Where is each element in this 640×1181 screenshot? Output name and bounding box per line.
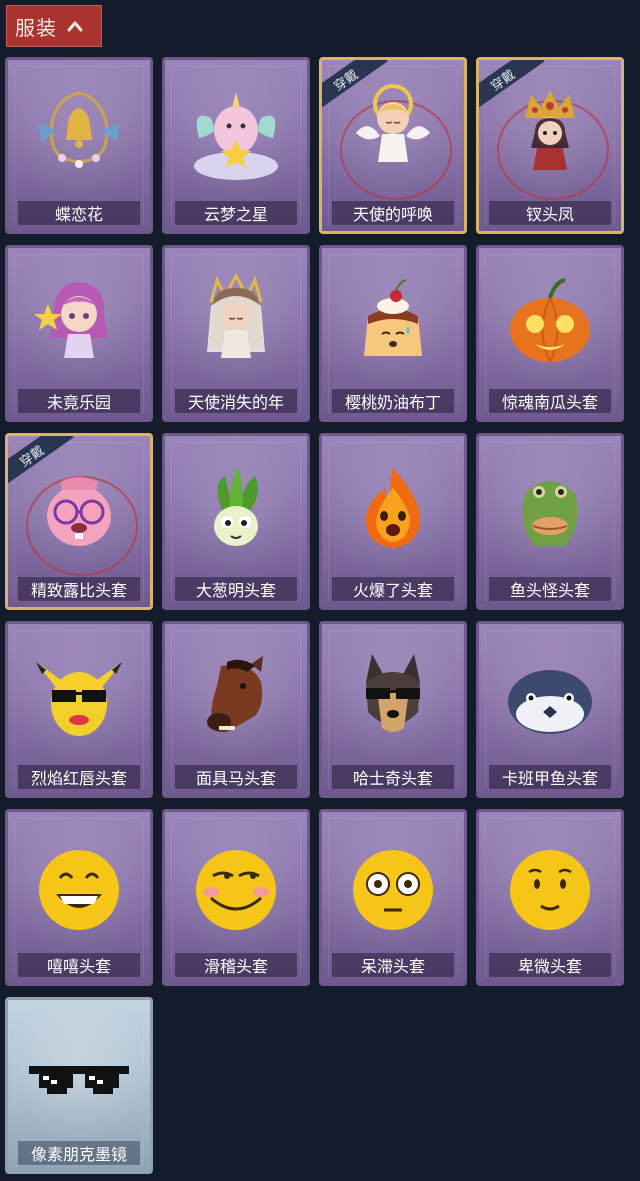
unicorn-on-cloud-icon [165, 70, 307, 195]
dazed-emoji-icon [322, 822, 464, 947]
costume-card-red-lips[interactable]: 烈焰红唇头套 [5, 621, 153, 798]
costume-name: 像素朋克墨镜 [18, 1141, 140, 1165]
husky-sunglasses-icon [322, 634, 464, 759]
costume-card-cloud-dream-star[interactable]: 云梦之星 [162, 57, 310, 234]
costume-card-loopy-head[interactable]: 穿戴 精致露比头套 [5, 433, 153, 610]
yellow-mouse-sunglasses-icon [8, 634, 150, 759]
costume-card-angel-vanished-year[interactable]: 天使消失的年 [162, 245, 310, 422]
costume-card-dazed-emoji[interactable]: 呆滞头套 [319, 809, 467, 986]
costume-card-angel-call[interactable]: 穿戴 天使的呼唤 [319, 57, 467, 234]
costume-name: 烈焰红唇头套 [18, 765, 140, 789]
costume-card-grin-emoji[interactable]: 嘻嘻头套 [5, 809, 153, 986]
costume-section-toggle[interactable]: 服装 [6, 5, 102, 47]
pink-hair-doll-icon [8, 258, 150, 383]
grinning-emoji-icon [8, 822, 150, 947]
jack-o-lantern-icon [479, 258, 621, 383]
cherry-pudding-icon [322, 258, 464, 383]
costume-card-cherry-pudding[interactable]: 樱桃奶油布丁 [319, 245, 467, 422]
costume-name: 天使消失的年 [175, 389, 297, 413]
costume-card-phoenix-hairpin[interactable]: 穿戴 钗头凤 [476, 57, 624, 234]
costume-card-husky[interactable]: 哈士奇头套 [319, 621, 467, 798]
section-title: 服装 [15, 15, 57, 40]
costume-card-round-fish[interactable]: 卡班甲鱼头套 [476, 621, 624, 798]
costume-name: 火爆了头套 [332, 577, 454, 601]
costume-name: 滑稽头套 [175, 953, 297, 977]
veiled-angel-doll-icon [165, 258, 307, 383]
costume-card-pixel-sunglasses[interactable]: 像素朋克墨镜 [5, 997, 153, 1174]
horse-head-mask-icon [165, 634, 307, 759]
costume-name: 云梦之星 [175, 201, 297, 225]
costume-name: 惊魂南瓜头套 [489, 389, 611, 413]
costume-name: 卑微头套 [489, 953, 611, 977]
costume-card-fish-head[interactable]: 鱼头怪头套 [476, 433, 624, 610]
timid-emoji-icon [479, 822, 621, 947]
costume-card-unfinished-paradise[interactable]: 未竟乐园 [5, 245, 153, 422]
sly-smile-emoji-icon [165, 822, 307, 947]
costume-card-timid-emoji[interactable]: 卑微头套 [476, 809, 624, 986]
costume-card-butterfly-bell[interactable]: 蝶恋花 [5, 57, 153, 234]
costume-card-sly-emoji[interactable]: 滑稽头套 [162, 809, 310, 986]
costume-card-green-onion[interactable]: 大葱明头套 [162, 433, 310, 610]
costume-name: 钗头凤 [489, 201, 611, 225]
costume-name: 面具马头套 [175, 765, 297, 789]
costume-name: 天使的呼唤 [332, 201, 454, 225]
costume-name: 精致露比头套 [18, 577, 140, 601]
round-fish-icon [479, 634, 621, 759]
costume-grid: 蝶恋花 云梦之星 穿戴 天使的呼唤 穿戴 钗头凤 未竟乐园 天使消失的年 樱桃奶… [5, 57, 635, 1174]
costume-name: 蝶恋花 [18, 201, 140, 225]
costume-name: 鱼头怪头套 [489, 577, 611, 601]
costume-name: 哈士奇头套 [332, 765, 454, 789]
fish-head-mask-icon [479, 446, 621, 571]
costume-card-fire-spirit[interactable]: 火爆了头套 [319, 433, 467, 610]
costume-name: 嘻嘻头套 [18, 953, 140, 977]
costume-name: 呆滞头套 [332, 953, 454, 977]
costume-name: 卡班甲鱼头套 [489, 765, 611, 789]
costume-name: 樱桃奶油布丁 [332, 389, 454, 413]
costume-name: 大葱明头套 [175, 577, 297, 601]
butterfly-bell-ornament-icon [8, 70, 150, 195]
costume-card-horse-mask[interactable]: 面具马头套 [162, 621, 310, 798]
chevron-up-icon [67, 21, 83, 32]
costume-card-pumpkin-head[interactable]: 惊魂南瓜头套 [476, 245, 624, 422]
pixel-sunglasses-icon [8, 1010, 150, 1135]
costume-name: 未竟乐园 [18, 389, 140, 413]
fire-spirit-icon [322, 446, 464, 571]
green-onion-icon [165, 446, 307, 571]
